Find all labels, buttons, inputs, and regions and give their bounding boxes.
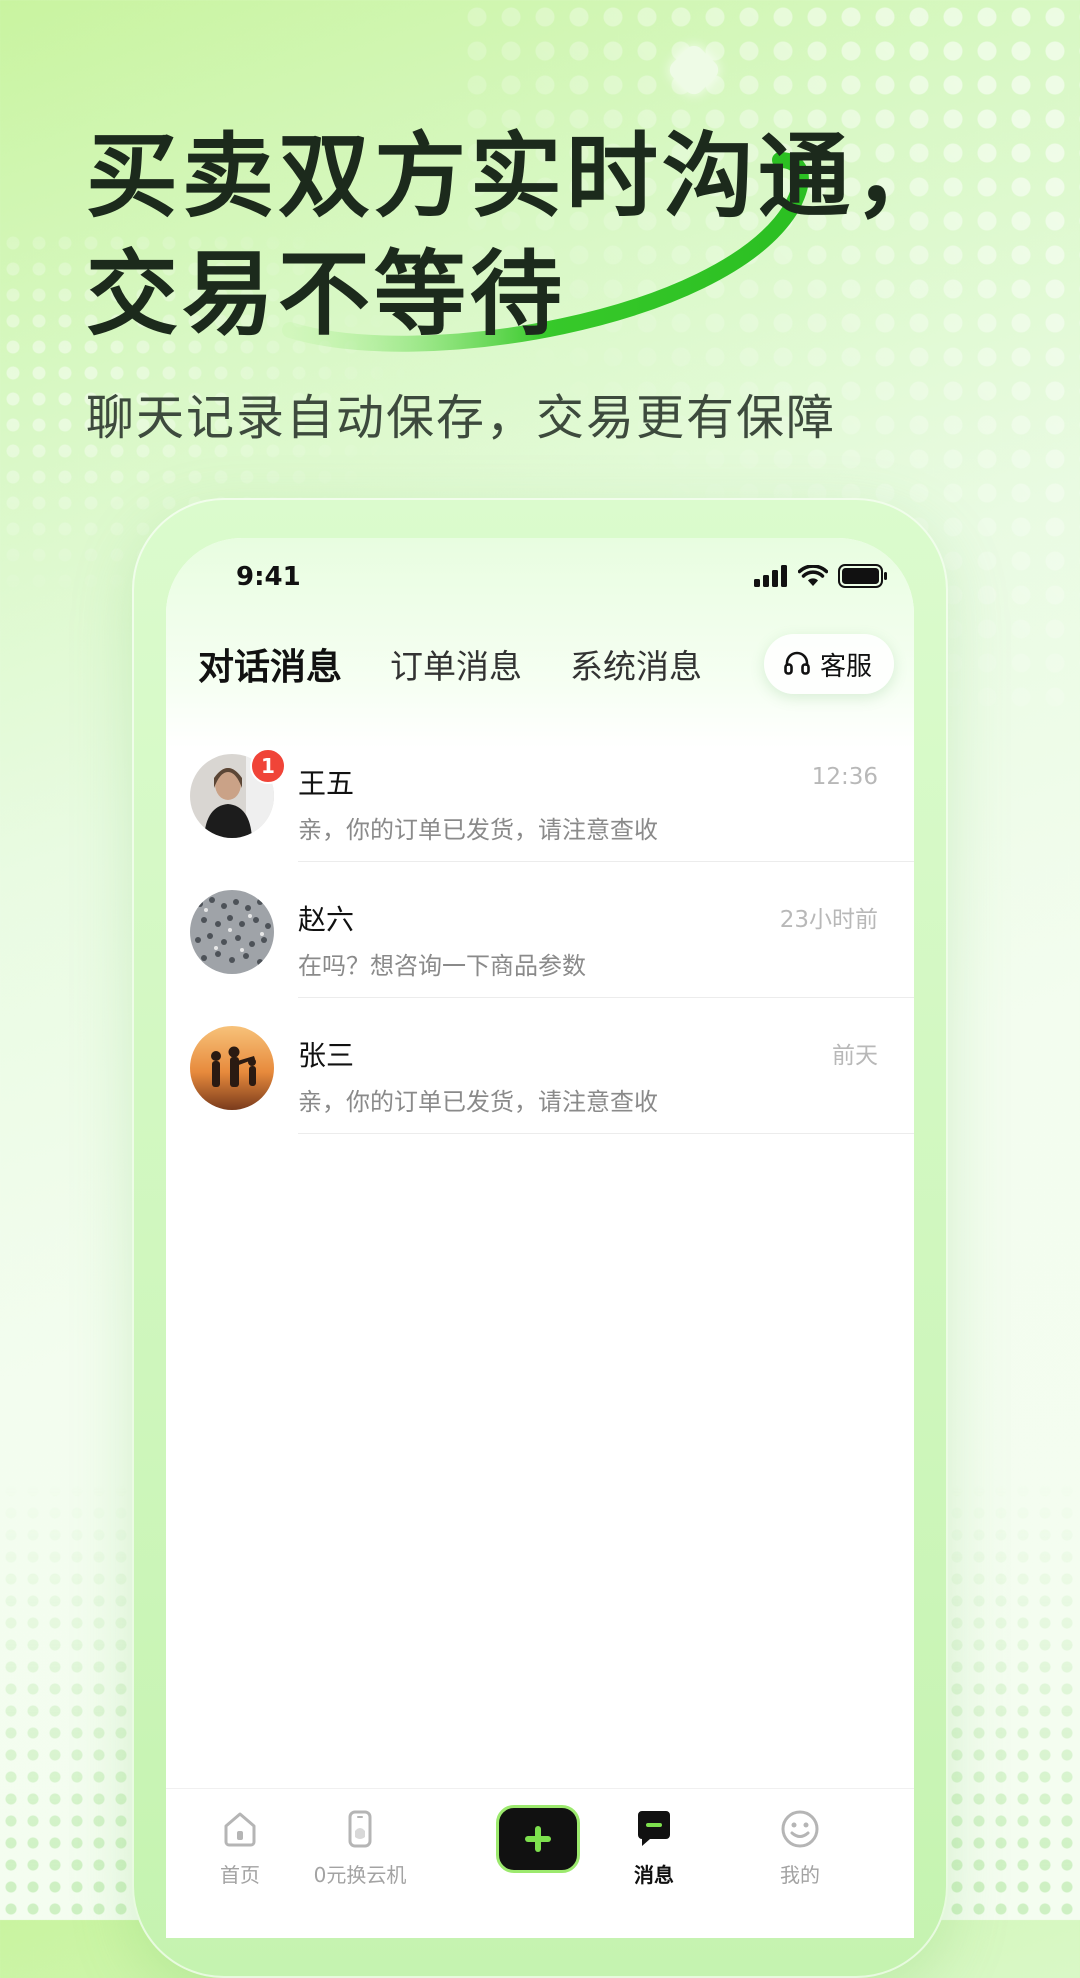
plus-icon [525, 1826, 551, 1852]
home-icon [224, 1812, 256, 1847]
avatar [190, 1026, 274, 1110]
message-preview: 在吗？想咨询一下商品参数 [298, 952, 586, 980]
tab-orders[interactable]: 订单消息 [390, 640, 522, 688]
headline-line-2: 交易不等待 [86, 241, 567, 348]
tabbar-cloud-phone-label: 0元换云机 [313, 1863, 407, 1887]
tabbar-profile-label: 我的 [780, 1863, 820, 1887]
hero-headline: 买卖双方实时沟通， 交易不等待 [86, 118, 986, 354]
customer-service-label: 客服 [819, 651, 872, 682]
tabbar-home-label: 首页 [220, 1863, 260, 1887]
tabbar-messages-label: 消息 [634, 1863, 674, 1887]
phone-screen: 9:41 对话消息 订单消息 系统消息 客服 1 王五 12:36 亲，你的订单… [166, 538, 914, 1938]
tabbar-home[interactable]: 首页 [180, 1805, 300, 1888]
status-time: 9:41 [236, 562, 301, 592]
tabbar-cloud-phone[interactable]: 0元换云机 [300, 1805, 420, 1888]
message-time: 23小时前 [779, 907, 878, 933]
avatar [190, 890, 274, 974]
contact-name: 赵六 [298, 903, 355, 936]
conversation-item[interactable]: 1 王五 12:36 亲，你的订单已发货，请注意查收 [166, 726, 914, 862]
conversation-item[interactable]: 张三 前天 亲，你的订单已发货，请注意查收 [166, 998, 914, 1134]
signal-icon [754, 565, 787, 587]
hero-subtitle: 聊天记录自动保存，交易更有保障 [86, 390, 837, 446]
chat-icon [638, 1811, 670, 1846]
message-time: 前天 [832, 1043, 878, 1069]
customer-service-button[interactable]: 客服 [763, 634, 894, 694]
status-icons [754, 564, 888, 588]
bottom-tab-bar: 首页 0元换云机 消息 我的 [166, 1788, 914, 1938]
message-preview: 亲，你的订单已发货，请注意查收 [298, 816, 658, 844]
conversation-list: 1 王五 12:36 亲，你的订单已发货，请注意查收 赵六 23小时前 在吗？想… [166, 726, 914, 1134]
wifi-icon [798, 565, 828, 586]
message-time: 12:36 [811, 764, 878, 790]
tab-system[interactable]: 系统消息 [570, 640, 702, 688]
tabbar-messages[interactable]: 消息 [594, 1805, 714, 1888]
battery-icon [838, 564, 887, 588]
conversation-item[interactable]: 赵六 23小时前 在吗？想咨询一下商品参数 [166, 862, 914, 998]
unread-badge: 1 [250, 748, 286, 784]
phone-icon [348, 1810, 372, 1848]
divider [298, 1133, 914, 1134]
message-preview: 亲，你的订单已发货，请注意查收 [298, 1088, 658, 1116]
headline-line-1: 买卖双方实时沟通， [86, 123, 951, 230]
smiley-icon [781, 1810, 819, 1848]
message-tabs: 对话消息 订单消息 系统消息 [198, 638, 750, 690]
publish-button[interactable] [496, 1805, 580, 1873]
contact-name: 张三 [298, 1039, 355, 1072]
status-bar: 9:41 [166, 538, 914, 618]
tabbar-profile[interactable]: 我的 [740, 1805, 860, 1888]
contact-name: 王五 [298, 767, 355, 800]
tab-conversations[interactable]: 对话消息 [198, 638, 342, 690]
headset-icon [784, 651, 810, 675]
